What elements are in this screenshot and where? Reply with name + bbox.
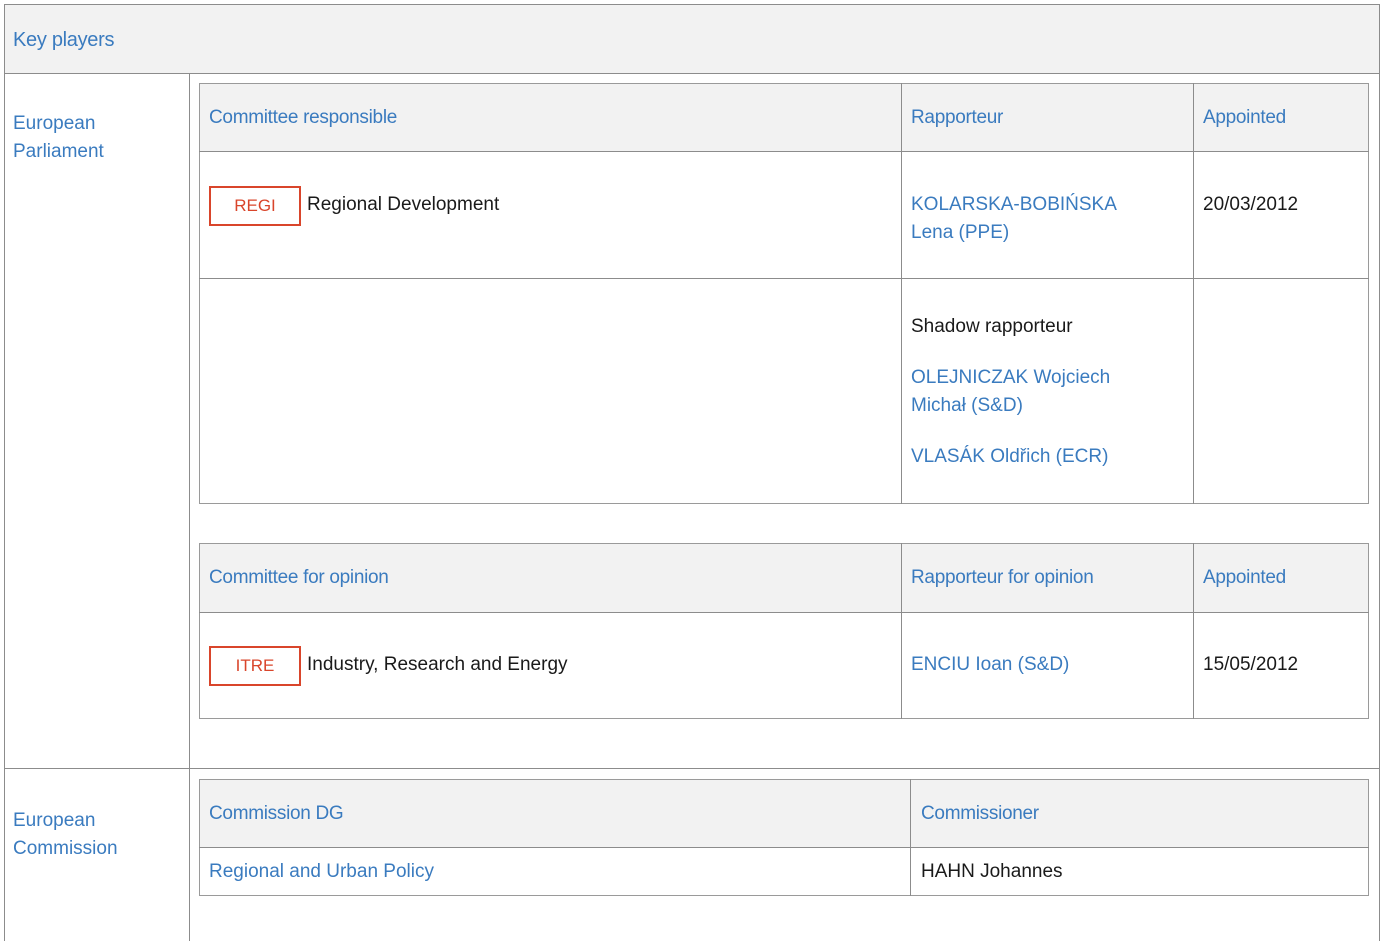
opinion-code-badge[interactable]: ITRE [209,646,301,686]
rapporteur-link-1[interactable]: KOLARSKA-BOBIŃSKA [911,191,1117,219]
opinion-committee-name: Industry, Research and Energy [307,654,568,675]
header-committee-opinion: Committee for opinion [209,567,389,588]
commission-dg-link[interactable]: Regional and Urban Policy [209,858,434,886]
header-appointed-opinion: Appointed [1203,567,1286,588]
page-title: Key players [13,29,115,51]
committee-name: Regional Development [307,194,500,215]
commissioner-name: HAHN Johannes [921,861,1063,882]
shadow-rapporteur-link-2[interactable]: VLASÁK Oldřich (ECR) [911,443,1108,471]
header-commissioner: Commissioner [921,803,1039,824]
commission-label-2[interactable]: Commission [13,835,118,863]
shadow-rapporteur-link-1b[interactable]: Michał (S&D) [911,392,1023,420]
opinion-rapporteur-link[interactable]: ENCIU Ioan (S&D) [911,651,1069,679]
parliament-label-1[interactable]: European [13,110,95,138]
shadow-rapporteur-label: Shadow rapporteur [911,316,1073,337]
title-bar [4,4,1380,73]
rapporteur-link-2[interactable]: Lena (PPE) [911,219,1009,247]
commission-label-1[interactable]: European [13,807,95,835]
header-committee-responsible: Committee responsible [209,107,398,128]
appointed-date: 20/03/2012 [1203,194,1299,215]
header-rapporteur-opinion: Rapporteur for opinion [911,567,1094,588]
parliament-label-2[interactable]: Parliament [13,138,104,166]
header-rapporteur: Rapporteur [911,107,1004,128]
opinion-appointed-date: 15/05/2012 [1203,654,1299,675]
header-commission-dg: Commission DG [209,803,344,824]
committee-code-badge[interactable]: REGI [209,186,301,226]
header-appointed: Appointed [1203,107,1286,128]
shadow-rapporteur-link-1a[interactable]: OLEJNICZAK Wojciech [911,364,1110,392]
